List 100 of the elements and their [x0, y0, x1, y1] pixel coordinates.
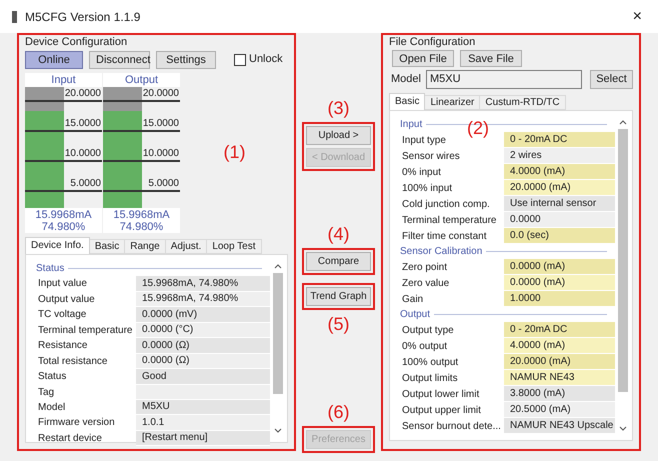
model-field[interactable]: M5XU — [426, 70, 582, 89]
property-value: 15.9968mA, 74.980% — [136, 292, 270, 307]
meter-reading: 15.9968mA — [112, 209, 171, 221]
meter-percent: 74.980% — [40, 221, 86, 233]
property-value: 0.0000 (mV) — [136, 307, 270, 322]
property-value[interactable]: NAMUR NE43 — [504, 370, 615, 386]
section-header: Status — [36, 262, 64, 276]
property-value: 15.9968mA, 74.980% — [136, 276, 270, 292]
toggle-button[interactable]: Online — [25, 50, 83, 68]
tab[interactable]: Range — [124, 239, 166, 254]
section-header: Sensor Calibration — [400, 245, 482, 259]
property-value: Use internal sensor — [504, 196, 615, 212]
tick-label: 10.0000 — [64, 148, 102, 160]
property-label: Gain — [401, 292, 424, 306]
property-value: 20.5000 (mA) — [504, 402, 615, 418]
annotation-label: (6) — [328, 403, 350, 421]
property-label: Zero value — [401, 276, 450, 290]
property-label: Zero point — [401, 260, 448, 274]
meter-reading: 15.9968mA — [34, 209, 93, 221]
annotation-label: (1) — [224, 143, 246, 161]
scroll-thumb[interactable] — [273, 273, 283, 394]
property-value[interactable]: 1.0000 — [504, 291, 615, 307]
tick-label: 5.0000 — [148, 178, 180, 190]
property-label: Output value — [37, 292, 96, 307]
property-label: Restart device — [37, 432, 103, 446]
property-value[interactable]: 20.0000 (mA) — [504, 354, 615, 370]
meter-percent: 74.980% — [118, 221, 164, 233]
property-value[interactable]: 0 - 20mA DC — [504, 322, 615, 338]
tab[interactable]: Custum-RTD/TC — [479, 95, 566, 110]
toggle-button[interactable]: Settings — [156, 50, 216, 68]
property-value[interactable]: 0.0 (sec) — [504, 228, 615, 244]
property-value[interactable]: 0 - 20mA DC — [504, 132, 615, 148]
property-value[interactable]: 4.0000 (mA) — [504, 164, 615, 180]
property-value[interactable]: 4.0000 (mA) — [504, 338, 615, 354]
property-label: Terminal temperature — [37, 324, 134, 338]
annotation-label: (2) — [467, 119, 489, 137]
group-title: Device Configuration — [25, 35, 128, 49]
property-label: Terminal temperature — [401, 214, 498, 228]
field-label: Model — [390, 72, 421, 88]
property-label: Output upper limit — [401, 404, 482, 418]
property-label: Model — [37, 400, 66, 415]
property-label: 100% output — [401, 356, 460, 370]
tick-label: 10.0000 — [142, 148, 180, 160]
tick-label: 20.0000 — [64, 88, 102, 100]
property-value: NAMUR NE43 Upscale — [504, 418, 615, 434]
property-value: [Restart menu] — [136, 430, 270, 446]
property-value[interactable]: 0.0000 (mA) — [504, 259, 615, 275]
section-header: Input — [400, 118, 422, 132]
property-label: Output limits — [401, 372, 459, 386]
property-value[interactable]: 0.0000 (mA) — [504, 275, 615, 291]
property-label: 100% input — [401, 182, 454, 196]
property-label: Input type — [401, 134, 447, 148]
annotation-label: (5) — [328, 315, 350, 333]
property-value[interactable]: 20.0000 (mA) — [504, 180, 615, 196]
property-value: 1.0.1 — [136, 415, 270, 430]
property-value: Good — [136, 369, 270, 384]
property-value: 0.0000 (Ω) — [136, 338, 270, 354]
property-label: 0% input — [401, 166, 442, 180]
property-label: Cold junction comp. — [401, 198, 491, 212]
property-value: M5XU — [136, 400, 270, 415]
property-label: Firmware version — [37, 416, 116, 430]
checkbox[interactable]: Unlock — [234, 51, 283, 68]
meter-title: Output — [124, 73, 160, 87]
file-button[interactable]: Save File — [460, 50, 522, 67]
property-label: Output type — [401, 324, 455, 338]
group-title: File Configuration — [389, 35, 476, 49]
annotation-label: (3) — [328, 99, 350, 117]
tick-label: 5.0000 — [70, 178, 102, 190]
tab[interactable]: Basic — [88, 239, 126, 254]
tick-label: 15.0000 — [64, 118, 102, 130]
app-icon — [12, 10, 17, 22]
toggle-button[interactable]: Disconnect — [89, 50, 150, 68]
tab[interactable]: Linearizer — [424, 95, 480, 110]
section-header: Output — [400, 308, 430, 322]
property-value: 3.8000 (mA) — [504, 386, 615, 402]
action-button[interactable]: Compare — [306, 252, 371, 271]
property-label: Status — [37, 370, 68, 384]
property-value: 0.0000 — [504, 212, 615, 228]
tab[interactable]: Device Info. — [25, 237, 90, 254]
property-value: 0.0000 (Ω) — [136, 354, 270, 369]
action-button[interactable]: Trend Graph — [306, 287, 371, 306]
property-label: Output lower limit — [401, 388, 480, 402]
tab[interactable]: Basic — [389, 93, 426, 110]
property-value: 2 wires — [504, 148, 615, 164]
property-label: Tag — [37, 386, 56, 400]
tab[interactable]: Loop Test — [206, 239, 262, 254]
close-button[interactable]: × — [628, 8, 646, 24]
property-label: 0% output — [401, 340, 448, 354]
property-label: Sensor burnout dete... — [401, 420, 502, 434]
tab[interactable]: Adjust. — [164, 239, 208, 254]
action-button[interactable]: Upload > — [306, 126, 371, 145]
file-button[interactable]: Open File — [392, 50, 454, 67]
meter-title: Input — [50, 73, 77, 87]
select-button[interactable]: Select — [590, 70, 633, 89]
tick-label: 20.0000 — [142, 88, 180, 100]
property-label: Total resistance — [37, 354, 108, 369]
property-label: Filter time constant — [401, 230, 488, 244]
window-title: M5CFG Version 1.1.9 — [25, 8, 140, 26]
scroll-thumb[interactable] — [618, 129, 628, 392]
property-value: 0.0000 (°C) — [136, 322, 270, 338]
